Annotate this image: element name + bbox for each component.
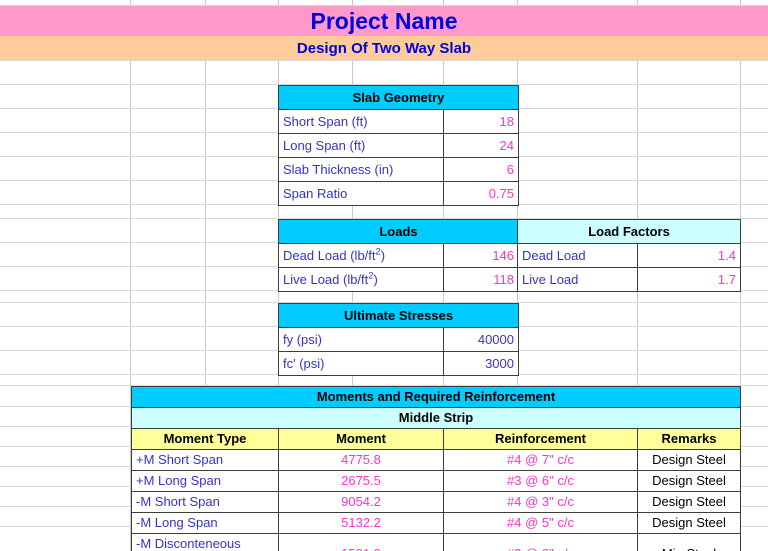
loads-header: Loads	[277, 219, 520, 244]
table-row: +M Short Span 4775.8 #4 @ 7" c/c Design …	[131, 449, 741, 471]
table-row: Long Span (ft) 24	[278, 133, 520, 158]
remarks-cell: Min Steel	[637, 533, 741, 551]
column-header-moment-type: Moment Type	[131, 428, 279, 450]
remarks-cell: Design Steel	[637, 512, 741, 534]
remarks-cell: Design Steel	[637, 449, 741, 471]
dead-load-label: Dead Load (lb/ft2)	[278, 243, 444, 268]
table-row: +M Long Span 2675.5 #3 @ 6" c/c Design S…	[131, 470, 741, 492]
fy-value[interactable]: 40000	[443, 327, 519, 352]
load-factors-table: Load Factors Dead Load 1.4 Live Load 1.7	[517, 219, 741, 292]
moment-value-cell: 2675.5	[278, 470, 444, 492]
loads-table: Loads Dead Load (lb/ft2) 146 Live Load (…	[277, 219, 520, 292]
short-span-label: Short Span (ft)	[278, 109, 444, 134]
ultimate-stresses-header: Ultimate Stresses	[278, 303, 519, 328]
reinforcement-cell: #4 @ 3" c/c	[443, 491, 638, 513]
slab-geometry-header: Slab Geometry	[277, 85, 520, 110]
moment-type-cell: -M Disconteneous Edge Short Span	[131, 533, 279, 551]
fy-label: fy (psi)	[278, 327, 444, 352]
reinforcement-cell: #3 @ 6" c/c	[443, 470, 638, 492]
table-row: -M Short Span 9054.2 #4 @ 3" c/c Design …	[131, 491, 741, 513]
moment-type-cell: +M Short Span	[131, 449, 279, 471]
load-factors-header: Load Factors	[517, 219, 741, 244]
live-load-factor-label: Live Load	[517, 267, 638, 292]
moment-value-cell: 4775.8	[278, 449, 444, 471]
table-row: Slab Thickness (in) 6	[278, 157, 520, 182]
live-load-label: Live Load (lb/ft2)	[278, 267, 444, 292]
live-load-value[interactable]: 118	[442, 267, 520, 292]
table-row: Dead Load (lb/ft2) 146	[278, 243, 520, 268]
column-header-reinforcement: Reinforcement	[443, 428, 638, 450]
table-title-row: Moments and Required Reinforcement	[131, 386, 741, 408]
table-row: fc' (psi) 3000	[278, 351, 519, 376]
long-span-value[interactable]: 24	[442, 133, 520, 158]
table-header-row: Load Factors	[517, 219, 741, 244]
table-subtitle-row: Middle Strip	[131, 407, 741, 429]
dead-load-value[interactable]: 146	[442, 243, 520, 268]
spreadsheet-canvas: Project Name Design Of Two Way Slab Slab…	[0, 0, 768, 551]
project-title-banner: Project Name	[0, 6, 768, 36]
table-row: -M Long Span 5132.2 #4 @ 5" c/c Design S…	[131, 512, 741, 534]
table-row: Live Load (lb/ft2) 118	[278, 267, 520, 292]
moment-type-cell: -M Long Span	[131, 512, 279, 534]
reinforcement-cell: #4 @ 5" c/c	[443, 512, 638, 534]
slab-thickness-label: Slab Thickness (in)	[278, 157, 444, 182]
moments-table-subtitle: Middle Strip	[131, 407, 741, 429]
table-header-row: Loads	[277, 219, 520, 244]
slab-thickness-value[interactable]: 6	[442, 157, 520, 182]
reinforcement-cell: #3 @ 9" c/c	[443, 533, 638, 551]
fc-value[interactable]: 3000	[443, 351, 519, 376]
project-title-text: Project Name	[310, 7, 458, 34]
short-span-value[interactable]: 18	[442, 109, 520, 134]
table-header-row: Moment Type Moment Reinforcement Remarks	[131, 428, 741, 450]
span-ratio-value[interactable]: 0.75	[442, 181, 520, 206]
table-row: Dead Load 1.4	[517, 243, 741, 268]
live-load-factor-value[interactable]: 1.7	[637, 267, 741, 292]
reinforcement-cell: #4 @ 7" c/c	[443, 449, 638, 471]
ultimate-stresses-table: Ultimate Stresses fy (psi) 40000 fc' (ps…	[278, 303, 519, 376]
table-row: fy (psi) 40000	[278, 327, 519, 352]
table-row: Short Span (ft) 18	[278, 109, 520, 134]
slab-geometry-table: Slab Geometry Short Span (ft) 18 Long Sp…	[277, 85, 520, 206]
design-subtitle-banner: Design Of Two Way Slab	[0, 36, 768, 60]
moment-type-cell: +M Long Span	[131, 470, 279, 492]
table-row: Span Ratio 0.75	[278, 181, 520, 206]
dead-load-factor-value[interactable]: 1.4	[637, 243, 741, 268]
remarks-cell: Design Steel	[637, 491, 741, 513]
table-header-row: Slab Geometry	[277, 85, 520, 110]
moment-value-cell: 9054.2	[278, 491, 444, 513]
moment-value-cell: 1591.9	[278, 533, 444, 551]
column-header-remarks: Remarks	[637, 428, 741, 450]
span-ratio-label: Span Ratio	[278, 181, 444, 206]
remarks-cell: Design Steel	[637, 470, 741, 492]
moment-type-cell: -M Short Span	[131, 491, 279, 513]
design-subtitle-text: Design Of Two Way Slab	[296, 39, 472, 57]
dead-load-factor-label: Dead Load	[517, 243, 638, 268]
fc-label: fc' (psi)	[278, 351, 444, 376]
column-header-moment: Moment	[278, 428, 444, 450]
table-row: Live Load 1.7	[517, 267, 741, 292]
table-header-row: Ultimate Stresses	[278, 303, 519, 328]
moments-table-title: Moments and Required Reinforcement	[131, 386, 741, 408]
moment-value-cell: 5132.2	[278, 512, 444, 534]
moments-reinforcement-table: Moments and Required Reinforcement Middl…	[131, 386, 741, 551]
table-row: -M Disconteneous Edge Short Span 1591.9 …	[131, 533, 741, 551]
long-span-label: Long Span (ft)	[278, 133, 444, 158]
